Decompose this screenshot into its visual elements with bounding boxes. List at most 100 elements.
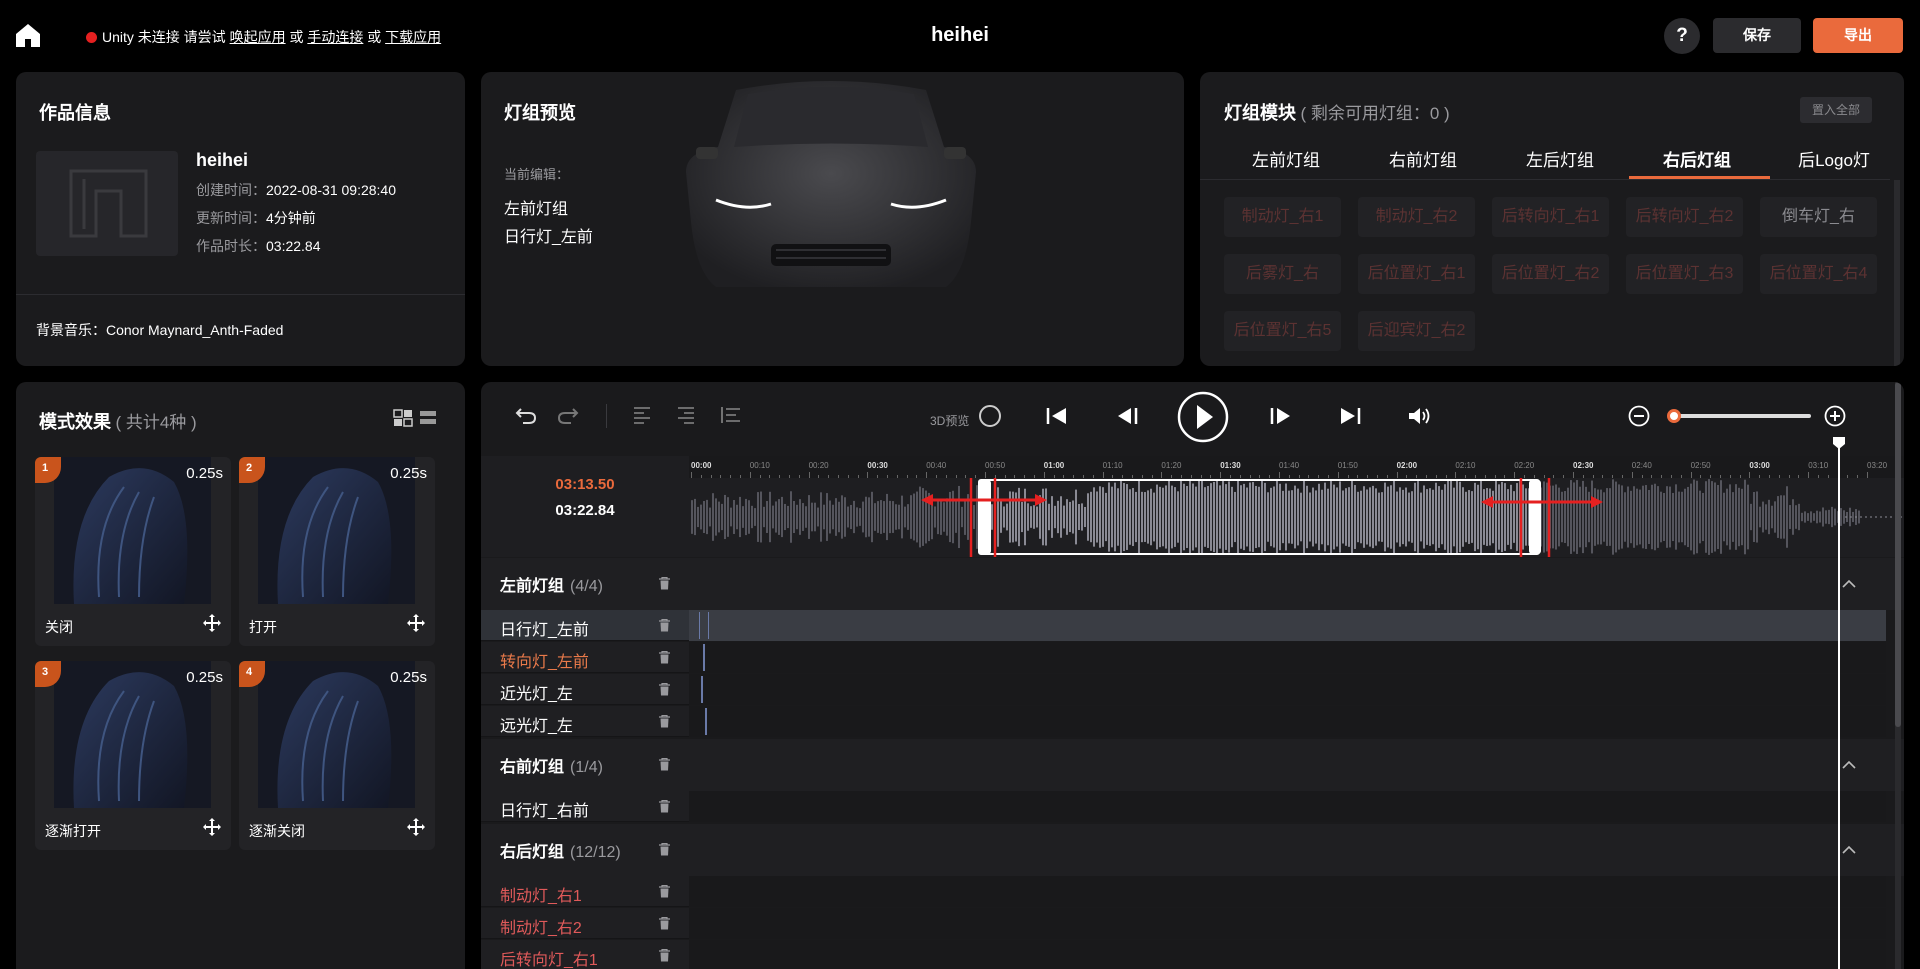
background-music: 背景音乐：Conor Maynard_Anth-Faded [36,320,283,340]
track-lane[interactable] [689,876,1886,907]
list-view-icon[interactable] [419,409,437,427]
grid-view-icon[interactable] [393,409,413,427]
track-row[interactable]: 制动灯_右1 [481,876,1886,907]
drag-move-icon[interactable] [203,818,221,836]
tab-3[interactable]: 左后灯组 [1492,146,1628,171]
play-button[interactable] [1177,391,1229,443]
track-row[interactable]: 日行灯_右前 [481,791,1886,822]
light-module-chip[interactable]: 后位置灯_右1 [1358,254,1475,294]
step-forward-icon[interactable] [1269,406,1293,426]
tab-4[interactable]: 右后灯组 [1629,146,1765,171]
step-back-icon[interactable] [1115,406,1139,426]
volume-icon[interactable] [1407,406,1433,426]
light-module-chip[interactable]: 后转向灯_右2 [1626,197,1743,237]
tab-5[interactable]: 后Logo灯 [1766,146,1902,171]
track-row[interactable]: 后转向灯_右1 [481,940,1886,969]
track-group-header[interactable]: 右前灯组 (1/4) [481,739,1904,791]
light-module-chip[interactable]: 倒车灯_右 [1760,197,1877,237]
collapse-chevron-icon[interactable] [1842,576,1856,594]
light-module-chip[interactable]: 制动灯_右2 [1358,197,1475,237]
group-count: (1/4) [570,759,603,776]
help-button[interactable]: ? [1664,18,1700,54]
created-value: 2022-08-31 09:28:40 [266,182,396,198]
track-lane[interactable] [689,908,1886,939]
save-button[interactable]: 保存 [1713,18,1801,53]
light-module-chip[interactable]: 后位置灯_右2 [1492,254,1609,294]
light-clip[interactable] [701,676,703,703]
collapse-chevron-icon[interactable] [1842,757,1856,775]
light-module-chip[interactable]: 后位置灯_右4 [1760,254,1877,294]
delete-track-icon[interactable] [659,650,670,669]
track-row[interactable]: 日行灯_左前 [481,610,1886,641]
delete-group-icon[interactable] [659,842,670,861]
light-module-chip[interactable]: 后位置灯_右5 [1224,311,1341,351]
align-right-icon[interactable] [677,406,695,424]
delete-track-icon[interactable] [659,618,670,637]
insert-all-button[interactable]: 置入全部 [1800,97,1872,123]
tab-2[interactable]: 右前灯组 [1355,146,1491,171]
delete-track-icon[interactable] [659,948,670,967]
drag-move-icon[interactable] [407,614,425,632]
track-row[interactable]: 近光灯_左 [481,674,1886,705]
effect-card[interactable]: 3 0.25s 逐渐打开 [35,661,231,850]
zoom-in-icon[interactable] [1824,405,1846,427]
track-lane[interactable] [689,791,1886,822]
light-module-chip[interactable]: 后位置灯_右3 [1626,254,1743,294]
track-group-header[interactable]: 右后灯组 (12/12) [481,824,1904,876]
time-ruler[interactable]: 00:00 00:10 00:20 00:30 00:40 00:50 01:00 01:10… [689,456,1904,478]
delete-group-icon[interactable] [659,757,670,776]
collapse-chevron-icon[interactable] [1842,842,1856,860]
ruler-tick-label: 02:00 [1396,461,1418,470]
effects-header: 模式效果 ( 共计4种 ) [39,408,197,434]
delete-track-icon[interactable] [659,884,670,903]
light-clip[interactable] [703,644,705,671]
track-lane[interactable] [689,642,1886,673]
modules-scrollbar[interactable] [1894,180,1900,366]
track-group-header[interactable]: 左前灯组 (4/4) [481,558,1904,610]
audio-waveform[interactable] [689,464,1904,562]
distribute-icon[interactable] [721,406,741,424]
delete-track-icon[interactable] [659,916,670,935]
delete-track-icon[interactable] [659,799,670,818]
drag-move-icon[interactable] [203,614,221,632]
light-module-chip[interactable]: 后迎宾灯_右2 [1358,311,1475,351]
playhead[interactable] [1838,438,1840,969]
track-lane[interactable] [689,940,1886,969]
skip-to-end-icon[interactable] [1338,406,1362,426]
playhead-handle-icon[interactable] [1832,436,1846,450]
undo-icon[interactable] [515,405,537,425]
track-row[interactable]: 远光灯_左 [481,706,1886,737]
skip-to-start-icon[interactable] [1045,406,1069,426]
effect-card[interactable]: 4 0.25s 逐渐关闭 [239,661,435,850]
duration-label: 作品时长： [196,238,266,254]
light-clip[interactable] [699,612,709,639]
light-module-chip[interactable]: 制动灯_右1 [1224,197,1341,237]
logo-placeholder-icon [69,169,148,238]
tab-1[interactable]: 左前灯组 [1218,146,1354,171]
preview-3d-toggle[interactable] [979,405,1001,427]
zoom-slider-handle[interactable] [1667,409,1681,423]
created-label: 创建时间： [196,182,266,198]
track-row[interactable]: 制动灯_右2 [481,908,1886,939]
track-lane[interactable] [689,610,1886,641]
export-button[interactable]: 导出 [1813,18,1903,53]
track-lane[interactable] [689,674,1886,705]
track-lane[interactable] [689,706,1886,737]
delete-track-icon[interactable] [659,714,670,733]
effect-card[interactable]: 1 0.25s 关闭 [35,457,231,646]
track-row[interactable]: 转向灯_左前 [481,642,1886,673]
timeline-scrollbar-thumb[interactable] [1895,382,1901,727]
ruler-tick-label: 01:30 [1220,461,1241,470]
redo-icon[interactable] [557,405,579,425]
effect-card[interactable]: 2 0.25s 打开 [239,457,435,646]
zoom-out-icon[interactable] [1628,405,1650,427]
light-clip[interactable] [705,708,707,735]
light-module-chip[interactable]: 后转向灯_右1 [1492,197,1609,237]
track-name: 制动灯_右2 [500,920,582,937]
delete-track-icon[interactable] [659,682,670,701]
delete-group-icon[interactable] [659,576,670,595]
drag-move-icon[interactable] [407,818,425,836]
align-left-icon[interactable] [633,406,651,424]
light-module-chip[interactable]: 后雾灯_右 [1224,254,1341,294]
zoom-slider[interactable] [1669,414,1811,418]
